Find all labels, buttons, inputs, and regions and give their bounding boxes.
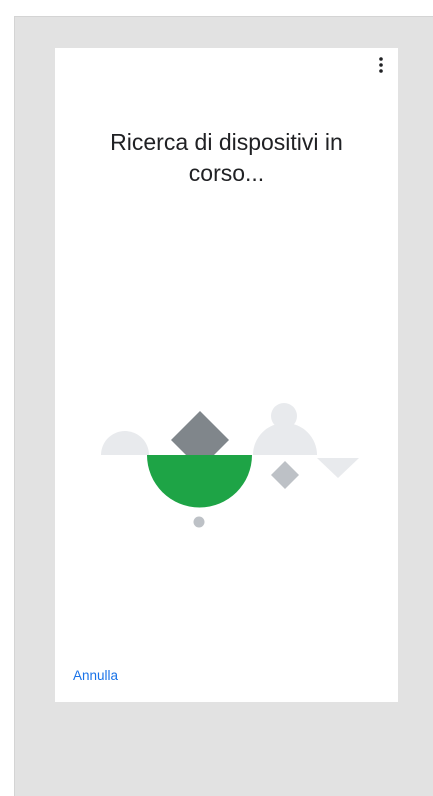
more-vert-icon [379,57,383,73]
more-options-button[interactable] [370,54,392,76]
device-search-illustration [101,403,359,528]
left-semicircle-shape [101,431,149,455]
small-diamond-shape [271,461,299,489]
green-semicircle-shape [147,455,252,508]
small-dot-shape [193,516,205,528]
cancel-button[interactable]: Annulla [73,668,118,683]
dialog-title: Ricerca di dispositivi in corso... [110,129,343,186]
app-frame: Ricerca di dispositivi in corso... Annul… [14,16,433,796]
right-semicircle-shape [253,423,317,455]
right-triangle-shape [317,458,359,478]
device-search-dialog: Ricerca di dispositivi in corso... Annul… [55,48,398,702]
